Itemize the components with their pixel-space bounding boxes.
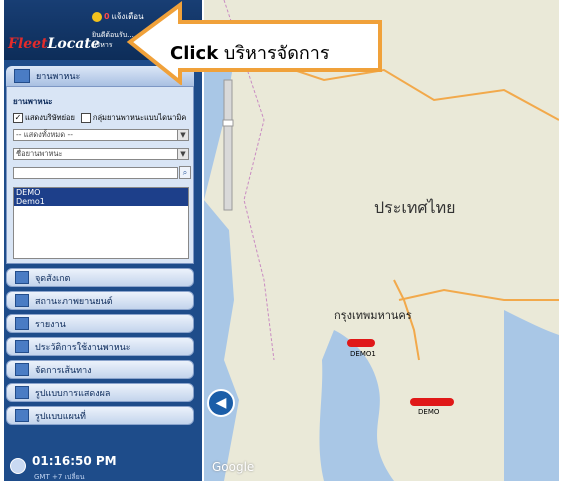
section-title: ยานพาหนะ — [13, 97, 53, 106]
chevron-down-icon: ▼ — [177, 130, 188, 140]
route-icon — [15, 363, 29, 376]
subsidiary-checkbox[interactable]: ✓ — [13, 113, 23, 123]
search-input[interactable] — [13, 167, 178, 179]
clock-time: 01:16:50 PM — [32, 454, 117, 468]
google-attribution: Google — [212, 460, 255, 474]
clock-icon — [10, 458, 26, 474]
collapse-panel-button[interactable]: ◀ — [207, 389, 235, 417]
menu-routes[interactable]: จัดการเส้นทาง — [6, 360, 194, 379]
vehicle-icon — [14, 69, 30, 83]
callout-text: Click บริหารจัดการ — [170, 43, 330, 64]
group-select[interactable]: -- แสดงทั้งหมด -- ▼ — [13, 129, 189, 141]
globe-icon — [15, 409, 29, 422]
chevron-down-icon: ▼ — [177, 149, 188, 159]
vehicle-label: DEMO1 — [350, 350, 376, 358]
dynamic-group-checkbox[interactable] — [80, 113, 91, 123]
filter-checkboxes: ✓ แสดงบริษัทย่อย กลุ่มยานพาหนะแบบไดนามิค — [13, 113, 187, 123]
status-icon — [15, 294, 29, 307]
display-icon — [15, 386, 29, 399]
vehicle-panel: ยานพาหนะ ✓ แสดงบริษัทย่อย กลุ่มยานพาหนะแ… — [6, 86, 194, 264]
menu-reports[interactable]: รายงาน — [6, 314, 194, 333]
alert-count: 0 — [104, 12, 110, 21]
history-icon — [15, 340, 29, 353]
vehicle-list[interactable]: DEMO Demo1 — [13, 187, 189, 259]
search-icon[interactable]: ⌕ — [179, 166, 191, 179]
country-label: ประเทศไทย — [374, 198, 456, 217]
menu-vehicle-status[interactable]: สถานะภาพยานยนต์ — [6, 291, 194, 310]
list-item[interactable]: Demo1 — [14, 197, 188, 206]
app-logo: FleetLocate — [8, 36, 100, 52]
vehicle-marker[interactable] — [410, 398, 454, 406]
landmark-icon — [15, 271, 29, 284]
menu-history[interactable]: ประวัติการใช้งานพาหนะ — [6, 337, 194, 356]
vehicle-label: DEMO — [418, 408, 440, 416]
menu-landmarks[interactable]: จุดสังเกต — [6, 268, 194, 287]
report-icon — [15, 317, 29, 330]
menu-map-type[interactable]: รูปแบบแผนที่ — [6, 406, 194, 425]
vehicle-marker[interactable] — [347, 339, 375, 347]
vehicle-name-select[interactable]: ชื่อยานพาหนะ ▼ — [13, 148, 189, 160]
warning-icon — [92, 11, 102, 22]
list-item[interactable]: DEMO — [14, 188, 188, 197]
timezone-link[interactable]: GMT +7 เปลี่ยน — [34, 472, 85, 483]
menu-display[interactable]: รูปแบบการแสดงผล — [6, 383, 194, 402]
city-label: กรุงเทพมหานคร — [334, 309, 412, 322]
